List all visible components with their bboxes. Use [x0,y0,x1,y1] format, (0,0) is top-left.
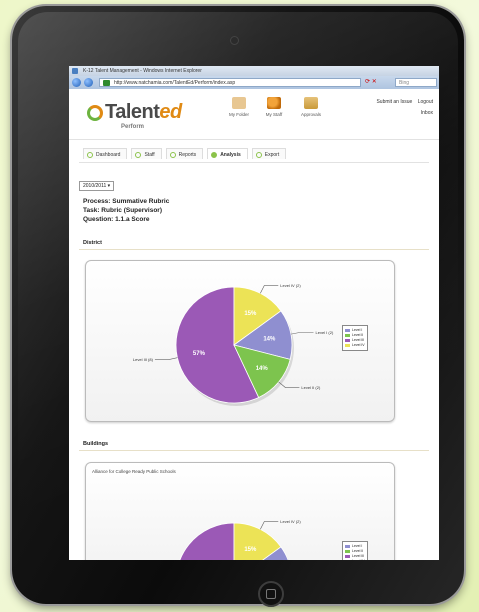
callout-line [260,521,279,530]
logout-link[interactable]: Logout [418,99,433,105]
analysis-icon [211,152,218,158]
legend-swatch [345,334,350,337]
reports-icon [169,152,176,158]
nav-approvals[interactable]: Approvals [291,97,331,117]
pie-percent-label: 15% [244,311,257,317]
buildings-title: Buildings [83,441,109,447]
tablet-screen: K-12 Talent Management - Windows Interne… [69,66,439,560]
callout-line [154,357,178,360]
legend-item: Level IV [345,343,365,348]
talented-logo[interactable]: Talented [87,101,182,124]
pie-percent-label: 57% [193,351,206,357]
callout-line [260,285,279,294]
callout-label: Level III (8) [133,357,154,362]
forward-icon[interactable] [84,78,93,87]
staff-icon [267,97,281,109]
url-text: http://www.natchamia.com/TalentEd/Perfor… [114,80,236,86]
legend-swatch [345,555,350,558]
address-bar: http://www.natchamia.com/TalentEd/Perfor… [69,76,439,89]
legend-label: Level IV [352,559,365,560]
staff-tab-icon [135,152,142,158]
buildings-legend: Level ILevel IILevel IIILevel IV [342,541,368,560]
back-icon[interactable] [72,78,81,87]
district-legend: Level I Level II Level III Level IV [342,325,368,351]
callout-label: Level I (2) [316,330,334,335]
process-line: Process: Summative Rubric [83,198,170,205]
pie-percent-label: 14% [256,366,269,372]
nav-my-folder[interactable]: My Folder [219,97,259,117]
camera-icon [230,36,239,45]
url-field[interactable]: http://www.natchamia.com/TalentEd/Perfor… [99,78,361,87]
logo-swirl-icon [87,104,103,121]
tab-analysis[interactable]: Analysis [207,148,248,159]
process-info: Process: Summative Rubric Task: Rubric (… [83,197,169,224]
district-chart: 57% Level III (8) 15% Level IV (2) 14% Level … [85,260,395,422]
export-icon [255,152,262,158]
logo-subtitle: Perform [121,124,145,130]
tab-reports[interactable]: Reports [165,148,204,159]
legend-label: Level IV [352,343,365,347]
task-line: Task: Rubric (Supervisor) [83,207,162,214]
legend-item: Level IV [345,559,365,560]
folder-icon [232,97,246,109]
legend-swatch [345,329,350,332]
buildings-chart: Alliance for College Ready Public School… [85,462,395,560]
legend-swatch [345,550,350,553]
app-header: Talented Perform My Folder My Staff Appr… [69,89,439,140]
pie-percent-label: 15% [244,547,257,553]
favicon-icon [103,80,110,86]
pie-percent-label: 14% [263,336,276,342]
district-divider [79,249,429,250]
inbox-link[interactable]: Inbox [421,110,433,116]
ie-icon [72,68,78,74]
browser-titlebar: K-12 Talent Management - Windows Interne… [69,66,439,76]
callout-line [290,332,314,335]
question-line: Question: 1.1.a Score [83,216,150,223]
tab-staff[interactable]: Staff [131,148,162,159]
tab-divider [79,162,429,163]
window-title: K-12 Talent Management - Windows Interne… [83,68,202,74]
district-title: District [83,240,102,246]
submit-issue-link[interactable]: Submit an Issue [376,99,412,105]
legend-swatch [345,344,350,347]
tab-dashboard[interactable]: Dashboard [83,148,128,159]
legend-swatch [345,545,350,548]
dashboard-icon [87,152,93,158]
user-links: Submit an Issue Logout Inbox [372,97,433,119]
nav-my-staff[interactable]: My Staff [254,97,294,117]
buildings-divider [79,450,429,451]
home-button[interactable] [258,581,284,607]
search-input[interactable]: Bing [395,78,437,87]
refresh-stop-icons[interactable]: ⟳ ✕ [365,78,377,85]
callout-label: Level IV (2) [280,519,301,524]
main-tabs: Dashboard Staff Reports Analysis Export [83,148,287,162]
callout-label: Level IV (2) [280,283,301,288]
approvals-icon [304,97,318,109]
callout-label: Level II (2) [301,385,321,390]
year-select[interactable]: 2010/2011 ▾ [79,181,115,191]
tab-export[interactable]: Export [251,148,287,159]
legend-swatch [345,339,350,342]
